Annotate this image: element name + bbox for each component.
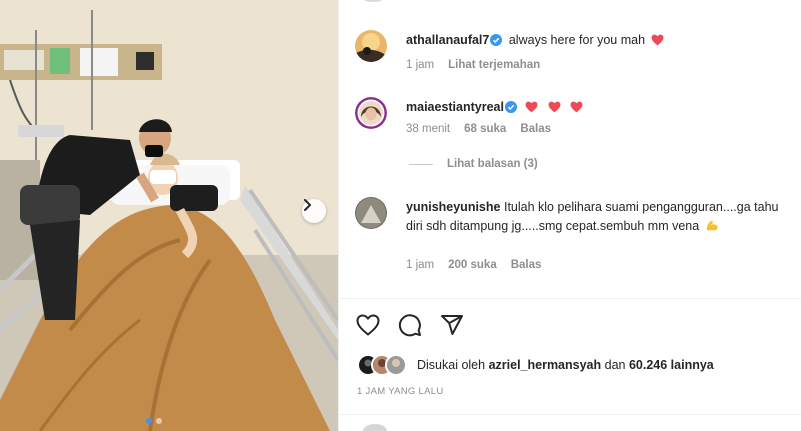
comment-username[interactable]: maiaestiantyreal: [406, 100, 504, 114]
carousel-dot: [156, 418, 162, 424]
likes-summary: Disukai oleh azriel_hermansyah dan 60.24…: [357, 354, 714, 376]
share-button[interactable]: [439, 312, 465, 338]
likes-text: Disukai oleh azriel_hermansyah dan 60.24…: [417, 358, 714, 372]
comment-icon: [398, 314, 421, 337]
like-button[interactable]: [355, 312, 381, 338]
view-replies-label: Lihat balasan (3): [447, 158, 538, 170]
post-actions: [355, 312, 465, 338]
avatar-image: [355, 30, 387, 62]
send-icon: [441, 315, 463, 335]
comment-button[interactable]: [397, 312, 423, 338]
comment-body: yunisheyunishe Itulah klo pelihara suami…: [406, 198, 796, 236]
chevron-right-icon: [304, 199, 311, 211]
comment-meta: 1 jam Lihat terjemahan: [406, 59, 540, 71]
comment-text: always here for you mah: [508, 33, 646, 47]
carousel-dot-active: [146, 418, 152, 424]
avatar-image: [387, 356, 405, 374]
verified-badge-icon: [490, 34, 503, 46]
likes-count-link[interactable]: 60.246 lainnya: [629, 358, 714, 372]
comments-list: athallanaufal7 always here for you mah 1…: [339, 0, 801, 300]
comment-meta: 1 jam 200 suka Balas: [406, 259, 541, 271]
comment-body: maiaestiantyreal: [406, 98, 796, 117]
emoji-icon[interactable]: [363, 424, 387, 431]
comment-likes-count[interactable]: 68 suka: [464, 123, 506, 135]
avatar[interactable]: [355, 30, 387, 62]
carousel-next-button[interactable]: [302, 199, 326, 223]
comment-likes-count[interactable]: 200 suka: [448, 259, 497, 271]
comment-time[interactable]: 1 jam: [406, 59, 434, 71]
view-replies-button[interactable]: Lihat balasan (3): [409, 158, 538, 170]
comment-username[interactable]: athallanaufal7: [406, 33, 489, 47]
post-timestamp[interactable]: 1 JAM YANG LALU: [357, 386, 444, 397]
replies-line: [409, 163, 433, 165]
comment-body: athallanaufal7 always here for you mah: [406, 31, 796, 50]
heart-icon: [548, 101, 561, 113]
heart-icon: [526, 101, 538, 113]
heart-icon: [570, 101, 583, 113]
avatar-image: [355, 97, 387, 129]
carousel-dots: [146, 418, 162, 424]
divider: [339, 414, 801, 415]
hospital-photo: [0, 0, 338, 431]
avatar[interactable]: [385, 354, 407, 376]
comment-time[interactable]: 1 jam: [406, 259, 434, 271]
divider: [339, 298, 801, 299]
post-photo[interactable]: [0, 0, 338, 431]
reply-button[interactable]: Balas: [520, 123, 551, 135]
likes-prefix: Disukai oleh: [417, 358, 486, 372]
reply-button[interactable]: Balas: [511, 259, 542, 271]
flexed-biceps-icon: [706, 220, 718, 231]
heart-outline-icon: [356, 314, 380, 336]
heart-icon: [651, 34, 663, 46]
verified-badge-icon: [504, 101, 517, 113]
comment-time[interactable]: 38 menit: [406, 123, 450, 135]
see-translation-link[interactable]: Lihat terjemahan: [448, 59, 540, 71]
avatar-image: [355, 197, 387, 229]
avatar[interactable]: [355, 97, 387, 129]
likes-joiner: dan: [604, 358, 626, 372]
liked-by-user-link[interactable]: azriel_hermansyah: [489, 358, 602, 372]
post-side-panel: athallanaufal7 always here for you mah 1…: [338, 0, 801, 431]
comment-meta: 38 menit 68 suka Balas: [406, 123, 551, 135]
comment-username[interactable]: yunisheyunishe: [406, 200, 500, 214]
avatar[interactable]: [355, 197, 387, 229]
